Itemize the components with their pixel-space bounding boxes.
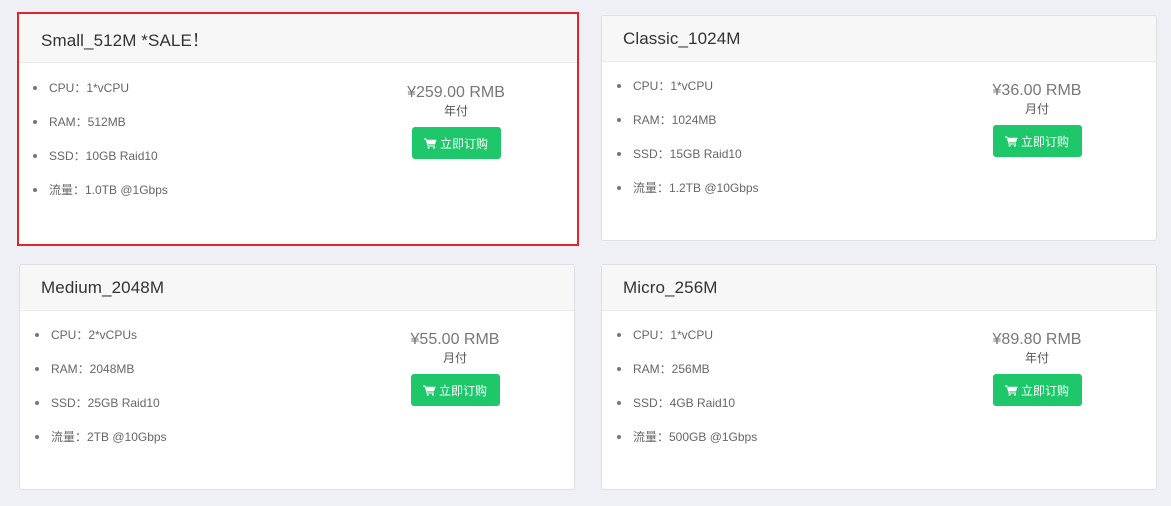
spec-ssd: SSD：4GB Raid10	[616, 396, 757, 430]
order-now-label: 立即订购	[1020, 134, 1069, 149]
plan-price: ¥36.00 RMB	[992, 82, 1082, 99]
plan-grid: Small_512M *SALE！ CPU：1*vCPU RAM：512MB S…	[0, 0, 1171, 506]
plan-card-small-512m: Small_512M *SALE！ CPU：1*vCPU RAM：512MB S…	[17, 12, 579, 246]
plan-body: CPU：2*vCPUs RAM：2048MB SSD：25GB Raid10 流…	[20, 311, 574, 489]
spec-list: CPU：1*vCPU RAM：512MB SSD：10GB Raid10 流量：…	[32, 81, 168, 217]
shopping-cart-icon	[1004, 136, 1018, 147]
price-box: ¥259.00 RMB 年付 立即订购	[401, 83, 511, 159]
spec-ram: RAM：1024MB	[616, 113, 759, 147]
spec-ssd: SSD：25GB Raid10	[34, 396, 167, 430]
spec-traffic: 流量：1.2TB @10Gbps	[616, 181, 759, 215]
spec-cpu: CPU：1*vCPU	[32, 81, 168, 115]
plan-title: Medium_2048M	[20, 265, 574, 311]
plan-title: Classic_1024M	[602, 16, 1156, 62]
spec-ram: RAM：512MB	[32, 115, 168, 149]
order-now-label: 立即订购	[439, 136, 488, 151]
spec-cpu: CPU：2*vCPUs	[34, 328, 167, 362]
plan-card-medium-2048m: Medium_2048M CPU：2*vCPUs RAM：2048MB SSD：…	[19, 264, 575, 490]
billing-period: 月付	[442, 351, 467, 365]
plan-body: CPU：1*vCPU RAM：1024MB SSD：15GB Raid10 流量…	[602, 62, 1156, 240]
shopping-cart-icon	[423, 138, 437, 149]
spec-traffic: 流量：500GB @1Gbps	[616, 430, 757, 464]
spec-cpu: CPU：1*vCPU	[616, 328, 757, 362]
spec-traffic: 流量：2TB @10Gbps	[34, 430, 167, 464]
spec-ram: RAM：2048MB	[34, 362, 167, 396]
shopping-cart-icon	[422, 385, 436, 396]
plan-price: ¥55.00 RMB	[410, 331, 500, 348]
order-now-label: 立即订购	[1020, 383, 1069, 398]
spec-ssd: SSD：10GB Raid10	[32, 149, 168, 183]
shopping-cart-icon	[1004, 385, 1018, 396]
order-now-label: 立即订购	[438, 383, 487, 398]
spec-list: CPU：1*vCPU RAM：256MB SSD：4GB Raid10 流量：5…	[616, 328, 757, 464]
billing-period: 年付	[1024, 351, 1049, 365]
order-now-button[interactable]: 立即订购	[992, 125, 1082, 157]
order-now-button[interactable]: 立即订购	[411, 127, 501, 159]
spec-list: CPU：1*vCPU RAM：1024MB SSD：15GB Raid10 流量…	[616, 79, 759, 215]
price-box: ¥55.00 RMB 月付 立即订购	[400, 330, 510, 406]
order-now-button[interactable]: 立即订购	[410, 374, 500, 406]
spec-traffic: 流量：1.0TB @1Gbps	[32, 183, 168, 217]
plan-title: Small_512M *SALE！	[19, 14, 577, 63]
spec-ram: RAM：256MB	[616, 362, 757, 396]
spec-cpu: CPU：1*vCPU	[616, 79, 759, 113]
plan-body: CPU：1*vCPU RAM：256MB SSD：4GB Raid10 流量：5…	[602, 311, 1156, 489]
plan-price: ¥89.80 RMB	[992, 331, 1082, 348]
order-now-button[interactable]: 立即订购	[992, 374, 1082, 406]
plan-card-classic-1024m: Classic_1024M CPU：1*vCPU RAM：1024MB SSD：…	[601, 15, 1157, 241]
plan-price: ¥259.00 RMB	[407, 84, 505, 101]
billing-period: 月付	[1024, 102, 1049, 116]
price-box: ¥89.80 RMB 年付 立即订购	[982, 330, 1092, 406]
plan-body: CPU：1*vCPU RAM：512MB SSD：10GB Raid10 流量：…	[19, 63, 577, 244]
spec-ssd: SSD：15GB Raid10	[616, 147, 759, 181]
spec-list: CPU：2*vCPUs RAM：2048MB SSD：25GB Raid10 流…	[34, 328, 167, 464]
plan-title: Micro_256M	[602, 265, 1156, 311]
plan-card-micro-256m: Micro_256M CPU：1*vCPU RAM：256MB SSD：4GB …	[601, 264, 1157, 490]
billing-period: 年付	[443, 104, 468, 118]
price-box: ¥36.00 RMB 月付 立即订购	[982, 81, 1092, 157]
